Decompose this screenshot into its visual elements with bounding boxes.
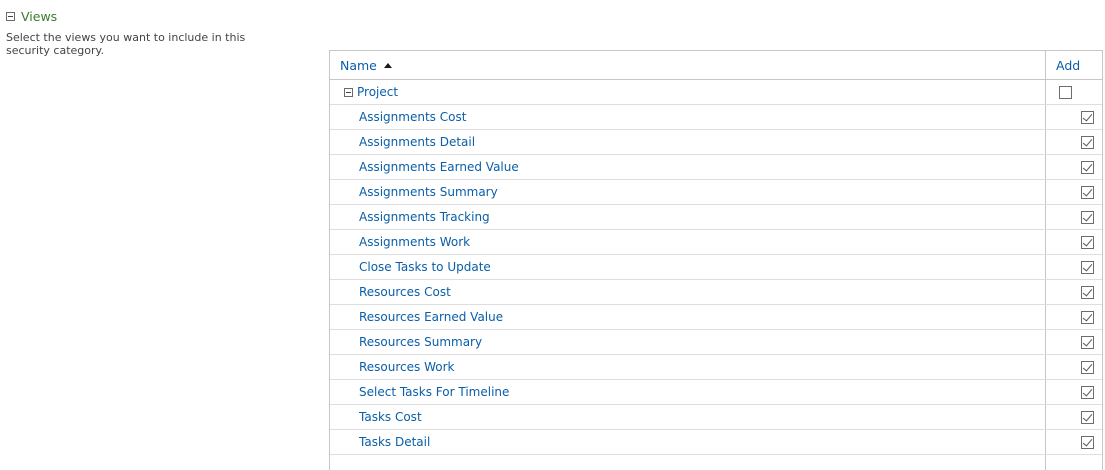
view-add-checkbox[interactable] — [1081, 185, 1094, 199]
view-name-link[interactable]: Assignments Work — [359, 235, 470, 249]
sort-ascending-icon — [383, 63, 392, 68]
view-name-link[interactable]: Tasks Detail — [359, 435, 430, 449]
view-name-cell: Tasks Cost — [330, 405, 1046, 429]
view-add-checkbox[interactable] — [1081, 435, 1094, 449]
name-column-label: Name — [340, 57, 377, 73]
view-add-checkbox[interactable] — [1081, 335, 1094, 349]
view-name-link[interactable]: Select Tasks For Timeline — [359, 385, 509, 399]
view-add-checkbox[interactable] — [1081, 135, 1094, 149]
view-add-cell — [1046, 180, 1102, 204]
collapse-section-icon[interactable] — [6, 12, 15, 21]
view-name-link[interactable]: Resources Cost — [359, 285, 451, 299]
view-add-cell — [1046, 105, 1102, 129]
view-name-link[interactable]: Assignments Detail — [359, 135, 475, 149]
view-add-checkbox[interactable] — [1081, 235, 1094, 249]
table-row: Assignments Detail — [330, 130, 1102, 155]
view-name-cell: Select Tasks For Timeline — [330, 380, 1046, 404]
view-add-checkbox[interactable] — [1081, 285, 1094, 299]
view-add-cell — [1046, 430, 1102, 454]
view-add-cell — [1046, 380, 1102, 404]
group-row-project: Project — [330, 80, 1102, 105]
view-name-cell: Resources Earned Value — [330, 305, 1046, 329]
view-name-cell: Tasks Detail — [330, 430, 1046, 454]
view-name-link[interactable]: Resources Earned Value — [359, 310, 503, 324]
view-name-link[interactable]: Resources Work — [359, 360, 454, 374]
view-name-cell: Resources Work — [330, 355, 1046, 379]
view-add-checkbox[interactable] — [1081, 110, 1094, 124]
view-name-cell — [330, 455, 1046, 470]
view-add-cell — [1046, 405, 1102, 429]
view-add-cell — [1046, 155, 1102, 179]
view-name-link[interactable]: Close Tasks to Update — [359, 260, 491, 274]
table-row: Resources Work — [330, 355, 1102, 380]
group-label[interactable]: Project — [357, 85, 398, 99]
view-name-link[interactable]: Resources Summary — [359, 335, 482, 349]
view-add-checkbox[interactable] — [1081, 210, 1094, 224]
grid-header-row: Name Add — [330, 51, 1102, 80]
table-row: Tasks Cost — [330, 405, 1102, 430]
view-name-cell: Assignments Cost — [330, 105, 1046, 129]
name-column-header[interactable]: Name — [330, 51, 1046, 79]
add-column-header: Add — [1046, 51, 1102, 79]
view-add-cell — [1046, 230, 1102, 254]
view-name-link[interactable]: Assignments Tracking — [359, 210, 490, 224]
group-name-cell: Project — [330, 80, 1046, 104]
view-items-list: Assignments Cost Assignments Detail Assign… — [330, 105, 1102, 470]
view-name-cell: Resources Cost — [330, 280, 1046, 304]
view-add-checkbox[interactable] — [1081, 160, 1094, 174]
view-name-cell: Assignments Summary — [330, 180, 1046, 204]
table-row: Assignments Summary — [330, 180, 1102, 205]
group-select-all-checkbox[interactable] — [1059, 85, 1072, 99]
view-add-checkbox[interactable] — [1081, 385, 1094, 399]
table-row: Resources Summary — [330, 330, 1102, 355]
view-add-cell — [1046, 305, 1102, 329]
view-add-checkbox[interactable] — [1081, 360, 1094, 374]
table-row: Assignments Work — [330, 230, 1102, 255]
view-add-cell — [1046, 205, 1102, 229]
view-name-cell: Assignments Work — [330, 230, 1046, 254]
view-name-link[interactable]: Assignments Cost — [359, 110, 466, 124]
view-name-link[interactable]: Assignments Earned Value — [359, 160, 519, 174]
view-add-checkbox[interactable] — [1081, 260, 1094, 274]
view-name-cell: Assignments Detail — [330, 130, 1046, 154]
view-name-cell: Close Tasks to Update — [330, 255, 1046, 279]
table-row: Tasks Detail — [330, 430, 1102, 455]
view-name-link[interactable]: Assignments Summary — [359, 185, 498, 199]
section-title: Views — [21, 9, 58, 24]
table-row: Select Tasks For Timeline — [330, 380, 1102, 405]
group-add-cell — [1046, 80, 1102, 104]
view-name-cell: Assignments Earned Value — [330, 155, 1046, 179]
table-row — [330, 455, 1102, 470]
view-add-cell — [1046, 280, 1102, 304]
view-add-cell — [1046, 130, 1102, 154]
view-add-checkbox[interactable] — [1081, 310, 1094, 324]
table-row: Resources Cost — [330, 280, 1102, 305]
collapse-group-icon[interactable] — [344, 87, 353, 97]
view-add-cell — [1046, 455, 1102, 470]
table-row: Assignments Earned Value — [330, 155, 1102, 180]
view-add-checkbox[interactable] — [1081, 410, 1094, 424]
view-name-cell: Assignments Tracking — [330, 205, 1046, 229]
table-row: Close Tasks to Update — [330, 255, 1102, 280]
section-description: Select the views you want to include in … — [6, 31, 246, 57]
views-section-header: Views — [6, 9, 57, 24]
view-add-cell — [1046, 255, 1102, 279]
table-row: Resources Earned Value — [330, 305, 1102, 330]
view-add-cell — [1046, 330, 1102, 354]
table-row: Assignments Tracking — [330, 205, 1102, 230]
view-name-cell: Resources Summary — [330, 330, 1046, 354]
views-grid: Name Add Project Assignments Cost Assignm… — [329, 50, 1103, 470]
add-column-label: Add — [1056, 57, 1081, 73]
table-row: Assignments Cost — [330, 105, 1102, 130]
view-add-cell — [1046, 355, 1102, 379]
view-name-link[interactable]: Tasks Cost — [359, 410, 422, 424]
